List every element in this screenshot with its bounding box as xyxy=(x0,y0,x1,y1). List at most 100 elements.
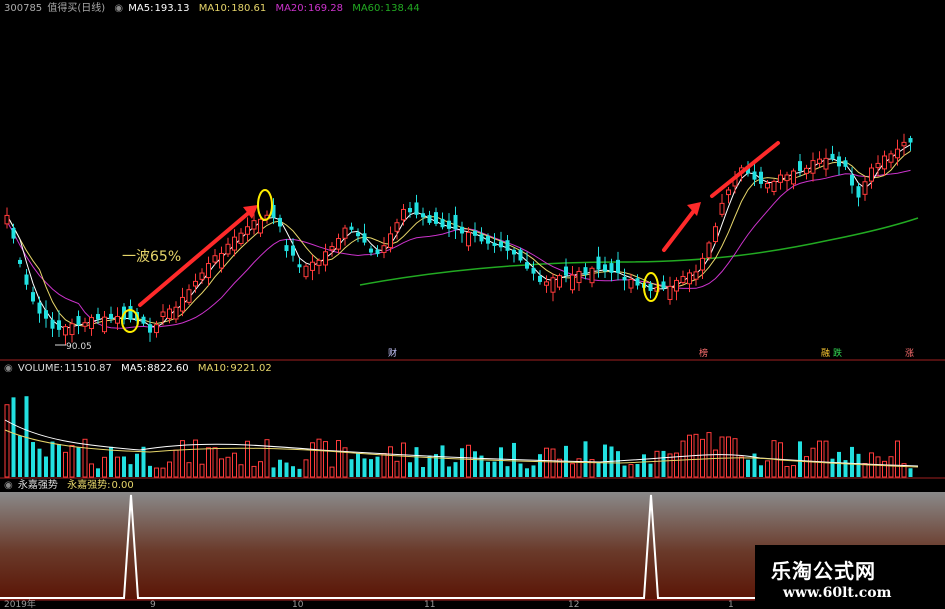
candle-body xyxy=(680,275,686,283)
volume-bar xyxy=(154,467,159,478)
volume-bar xyxy=(531,465,536,477)
candle-body xyxy=(408,208,412,213)
event-marker[interactable]: 跌 xyxy=(833,348,842,359)
candle-body xyxy=(778,174,783,183)
volume-bar xyxy=(759,465,763,477)
candle-body xyxy=(460,226,464,234)
volume-value: 11510.87 xyxy=(64,363,112,374)
volume-bar xyxy=(199,463,205,478)
volume-bar xyxy=(271,467,276,477)
volume-bar xyxy=(642,454,646,477)
volume-bar xyxy=(427,455,432,477)
chart-canvas: 一波65% 90.05 财 榜 融 跌 涨 2019年 9 10 11 12 1… xyxy=(0,0,945,609)
candle-body xyxy=(186,289,192,303)
ma10-value: 180.61 xyxy=(231,3,267,14)
candle-body xyxy=(687,272,692,285)
candle-body xyxy=(199,272,205,280)
volume-bar xyxy=(329,466,335,478)
candle-body xyxy=(850,174,854,186)
volume-bar xyxy=(278,459,282,477)
volume-bar xyxy=(167,461,172,478)
volume-bar xyxy=(408,462,412,477)
candle-body xyxy=(674,279,679,292)
watermark-url: www.60lt.com xyxy=(783,585,892,601)
volume-bar xyxy=(837,451,841,477)
candle-body xyxy=(908,138,913,143)
volume-bar xyxy=(232,452,237,478)
candle-body xyxy=(798,161,802,172)
volume-bar xyxy=(238,464,244,478)
x-tick-label: 12 xyxy=(568,600,579,609)
event-marker[interactable]: 财 xyxy=(388,347,397,359)
candle-body xyxy=(369,248,373,253)
candle-body xyxy=(817,158,822,164)
candle-body xyxy=(225,243,231,255)
candle-body xyxy=(421,213,425,218)
candle-body xyxy=(258,218,263,234)
candle-body xyxy=(667,285,673,300)
candle-body xyxy=(303,265,309,278)
event-marker[interactable]: 榜 xyxy=(699,347,708,359)
candle-body xyxy=(771,180,777,192)
volume-bar xyxy=(362,458,367,477)
volume-bar xyxy=(850,446,854,477)
volume-bar xyxy=(739,456,744,478)
candle-body xyxy=(342,227,348,239)
candle-body xyxy=(765,182,770,189)
candle-body xyxy=(212,255,218,263)
candle-body xyxy=(700,257,705,271)
settings-icon[interactable]: ◉ xyxy=(114,3,123,14)
candle-body xyxy=(843,160,848,167)
volume-bar xyxy=(661,450,666,477)
candle-body xyxy=(505,240,510,251)
candle-body xyxy=(616,259,620,273)
candle-body xyxy=(557,275,562,288)
volume-bar xyxy=(4,404,10,478)
candle-body xyxy=(583,267,588,275)
candle-body xyxy=(82,322,88,327)
volume-bar xyxy=(505,466,510,477)
volume-bar xyxy=(225,456,231,478)
volume-ma10-label: MA10: xyxy=(197,363,230,374)
candle-body xyxy=(31,292,35,302)
event-marker[interactable]: 融 xyxy=(821,348,830,359)
volume-bar xyxy=(453,462,458,477)
settings-icon[interactable]: ◉ xyxy=(4,363,13,374)
volume-bar xyxy=(291,466,295,477)
volume-header: ◉ VOLUME:11510.87 MA5:8822.60 MA10:9221.… xyxy=(4,362,278,376)
volume-bar xyxy=(303,459,309,478)
volume-bar xyxy=(440,445,445,477)
candle-body xyxy=(453,214,458,230)
candle-body xyxy=(297,264,302,268)
candle-body xyxy=(440,218,445,228)
candle-body xyxy=(148,324,152,333)
candle-body xyxy=(160,311,166,318)
candle-body xyxy=(648,283,653,291)
volume-bar xyxy=(473,451,477,477)
candle-body xyxy=(89,317,94,329)
volume-bar xyxy=(310,442,315,478)
volume-bar xyxy=(726,436,731,478)
candle-body xyxy=(278,217,282,227)
event-marker[interactable]: 涨 xyxy=(905,348,914,359)
volume-ma10-value: 9221.02 xyxy=(230,363,272,374)
candle-body xyxy=(193,280,198,287)
candle-body xyxy=(310,261,315,271)
candle-body xyxy=(479,234,484,242)
volume-ma5-value: 8822.60 xyxy=(147,363,189,374)
candle-body xyxy=(752,171,757,180)
volume-bar xyxy=(37,448,42,477)
candle-body xyxy=(791,170,796,185)
candle-body xyxy=(525,262,529,269)
volume-bar xyxy=(102,456,107,478)
candle-body xyxy=(810,160,816,174)
candle-body xyxy=(414,202,419,215)
indicator-series-value: 0.00 xyxy=(111,480,134,491)
x-tick-label: 10 xyxy=(292,600,304,609)
x-tick-label: 11 xyxy=(424,600,435,609)
candle-body xyxy=(706,242,712,259)
candle-body xyxy=(473,230,477,236)
settings-icon[interactable]: ◉ xyxy=(4,480,13,491)
volume-bar xyxy=(596,462,601,477)
candle-body xyxy=(329,246,335,251)
